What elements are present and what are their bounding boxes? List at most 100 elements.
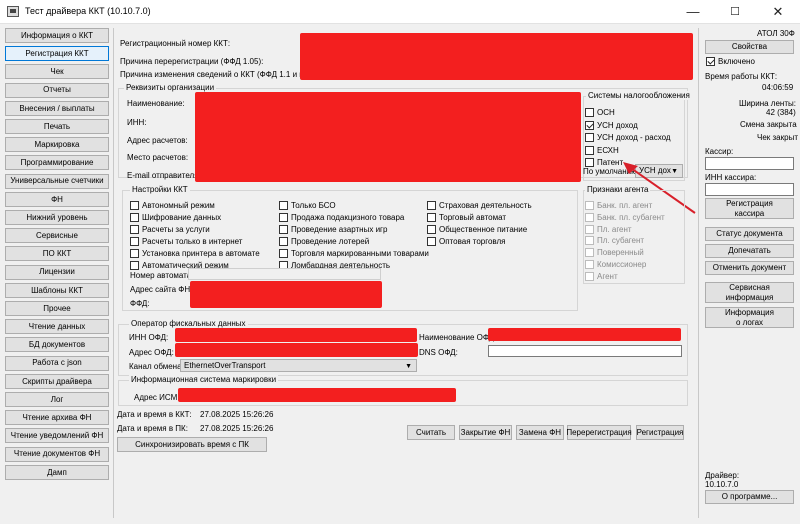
action-button[interactable]: Закрытие ФН xyxy=(459,425,512,440)
nav-button[interactable]: Скрипты драйвера xyxy=(5,373,109,389)
nav-button[interactable]: Печать xyxy=(5,119,109,134)
kkt-setting-checkbox[interactable]: Расчеты за услуги xyxy=(130,225,210,234)
org-name-label: Наименование: xyxy=(127,99,185,108)
nav-button[interactable]: Чтение архива ФН xyxy=(5,410,109,426)
kkt-setting-checkbox[interactable]: Общественное питание xyxy=(427,225,527,234)
tax-checkbox[interactable]: ОСН xyxy=(585,108,615,117)
kkt-setting-label: Проведение лотерей xyxy=(291,237,370,246)
checkbox-box xyxy=(130,225,139,234)
ofd-dns-input[interactable] xyxy=(488,345,682,357)
nav-button[interactable]: Дамп xyxy=(5,464,109,480)
reg-number-label: Регистрационный номер ККТ: xyxy=(120,39,231,48)
cashier-inn-input[interactable] xyxy=(705,183,794,196)
kkt-setting-checkbox[interactable]: Проведение азартных игр xyxy=(279,225,387,234)
nav-button[interactable]: Лог xyxy=(5,392,109,407)
checkbox-box xyxy=(130,261,139,270)
nav-button[interactable]: Универсальные счетчики xyxy=(5,173,109,189)
nav-button[interactable]: Маркировка xyxy=(5,137,109,153)
checkbox-box xyxy=(130,201,139,210)
document-status-button[interactable]: Статус документа xyxy=(705,227,794,241)
sync-time-button[interactable]: Синхронизировать время с ПК xyxy=(117,437,267,452)
nav-button[interactable]: Чтение данных xyxy=(5,319,109,335)
nav-button[interactable]: Информация о ККТ xyxy=(5,28,109,43)
tax-checkbox[interactable]: УСН доход - расход xyxy=(585,133,671,142)
org-address-label: Адрес расчетов: xyxy=(127,136,188,145)
nav-button[interactable]: Прочее xyxy=(5,301,109,316)
service-info-button[interactable]: Сервисная информация xyxy=(705,282,794,303)
nav-button[interactable]: Программирование xyxy=(5,155,109,171)
agent-checkbox[interactable]: Банк. пл. субагент xyxy=(585,212,665,222)
checkbox-box xyxy=(279,237,288,246)
log-info-button[interactable]: Информация о логах xyxy=(705,307,794,328)
kkt-setting-label: Шифрование данных xyxy=(142,213,222,222)
action-button[interactable]: Регистрация xyxy=(636,425,684,440)
cashier-input[interactable] xyxy=(705,157,794,170)
kkt-datetime-label: Дата и время в ККТ: xyxy=(117,410,192,419)
kkt-datetime-value: 27.08.2025 15:26:26 xyxy=(200,410,274,419)
ofd-address-label: Адрес ОФД: xyxy=(129,348,174,357)
nav-button[interactable]: Нижний уровень xyxy=(5,210,109,225)
kkt-setting-checkbox[interactable]: Оптовая торговля xyxy=(427,237,505,246)
nav-button[interactable]: Сервисные xyxy=(5,228,109,244)
channel-value: EthernetOverTransport xyxy=(184,361,266,370)
agent-checkbox[interactable]: Пл. субагент xyxy=(585,236,644,246)
kkt-setting-label: Общественное питание xyxy=(439,225,528,234)
nav-button[interactable]: БД документов xyxy=(5,337,109,353)
tax-checkbox[interactable]: ЕСХН xyxy=(585,145,619,155)
tax-checkbox[interactable]: Патент xyxy=(585,158,623,167)
kkt-setting-checkbox[interactable]: Расчеты только в интернет xyxy=(130,237,242,246)
agent-checkbox[interactable]: Агент xyxy=(585,271,618,281)
kkt-setting-checkbox[interactable]: Только БСО xyxy=(279,201,336,210)
properties-button[interactable]: Свойства xyxy=(705,40,794,54)
kkt-setting-checkbox[interactable]: Торговля маркированными товарами xyxy=(279,249,429,258)
kkt-setting-checkbox[interactable]: Установка принтера в автомате xyxy=(130,249,260,258)
nav-button[interactable]: Чтение документов ФН xyxy=(5,446,109,462)
checkbox-box xyxy=(585,108,594,117)
close-button[interactable]: ✕ xyxy=(757,0,799,24)
kkt-setting-checkbox[interactable]: Проведение лотерей xyxy=(279,237,369,246)
agent-checkbox[interactable]: Пл. агент xyxy=(585,224,632,234)
nav-button[interactable]: Отчеты xyxy=(5,82,109,98)
enabled-checkbox[interactable]: Включено xyxy=(706,57,755,66)
nav-button[interactable]: ПО ККТ xyxy=(5,246,109,262)
nav-button[interactable]: Работа с json xyxy=(5,355,109,371)
kkt-setting-checkbox[interactable]: Торговый автомат xyxy=(427,213,506,222)
checkbox-box xyxy=(279,213,288,222)
nav-button[interactable]: Чек xyxy=(5,64,109,80)
tape-width-value: 42 (384) xyxy=(766,108,796,117)
redacted-ism-address xyxy=(178,388,456,402)
nav-button[interactable]: ФН xyxy=(5,191,109,207)
agent-label: Агент xyxy=(597,271,618,281)
kkt-setting-label: Автономный режим xyxy=(142,201,215,210)
fns-site-label: Адрес сайта ФНС: xyxy=(130,285,199,294)
nav-button[interactable]: Шаблоны ККТ xyxy=(5,282,109,298)
about-button[interactable]: О программе... xyxy=(705,490,794,504)
agent-checkbox[interactable]: Банк. пл. агент xyxy=(585,201,652,210)
tax-checkbox[interactable]: УСН доход xyxy=(585,120,638,130)
nav-button[interactable]: Внесения / выплаты xyxy=(5,100,109,116)
checkbox-box xyxy=(427,201,436,210)
checkbox-box xyxy=(279,249,288,258)
print-again-button[interactable]: Допечатать xyxy=(705,244,794,258)
action-button[interactable]: Считать xyxy=(407,425,455,440)
ffd-label: ФФД: xyxy=(130,299,150,308)
kkt-setting-checkbox[interactable]: Автономный режим xyxy=(130,201,215,210)
automat-number-input[interactable] xyxy=(188,268,381,280)
action-button[interactable]: Перерегистрация xyxy=(566,425,632,440)
maximize-button[interactable]: ☐ xyxy=(714,0,756,24)
nav-button[interactable]: Лицензии xyxy=(5,264,109,280)
kkt-setting-checkbox[interactable]: Продажа подакцизного товара xyxy=(279,213,404,222)
org-inn-label: ИНН: xyxy=(127,118,147,127)
minimize-button[interactable]: — xyxy=(672,0,714,24)
cancel-document-button[interactable]: Отменить документ xyxy=(705,261,794,275)
ofd-name-label: Наименование ОФД: xyxy=(419,333,497,342)
agent-checkbox[interactable]: Поверенный xyxy=(585,248,644,258)
channel-select[interactable]: EthernetOverTransport ▼ xyxy=(180,359,417,372)
nav-button[interactable]: Регистрация ККТ xyxy=(5,46,109,62)
kkt-setting-checkbox[interactable]: Шифрование данных xyxy=(130,213,221,222)
kkt-setting-checkbox[interactable]: Страховая деятельность xyxy=(427,201,532,210)
action-button[interactable]: Замена ФН xyxy=(516,425,564,440)
nav-button[interactable]: Чтение уведомлений ФН xyxy=(5,428,109,444)
agent-checkbox[interactable]: Комиссионер xyxy=(585,260,646,269)
register-cashier-button[interactable]: Регистрация кассира xyxy=(705,198,794,219)
